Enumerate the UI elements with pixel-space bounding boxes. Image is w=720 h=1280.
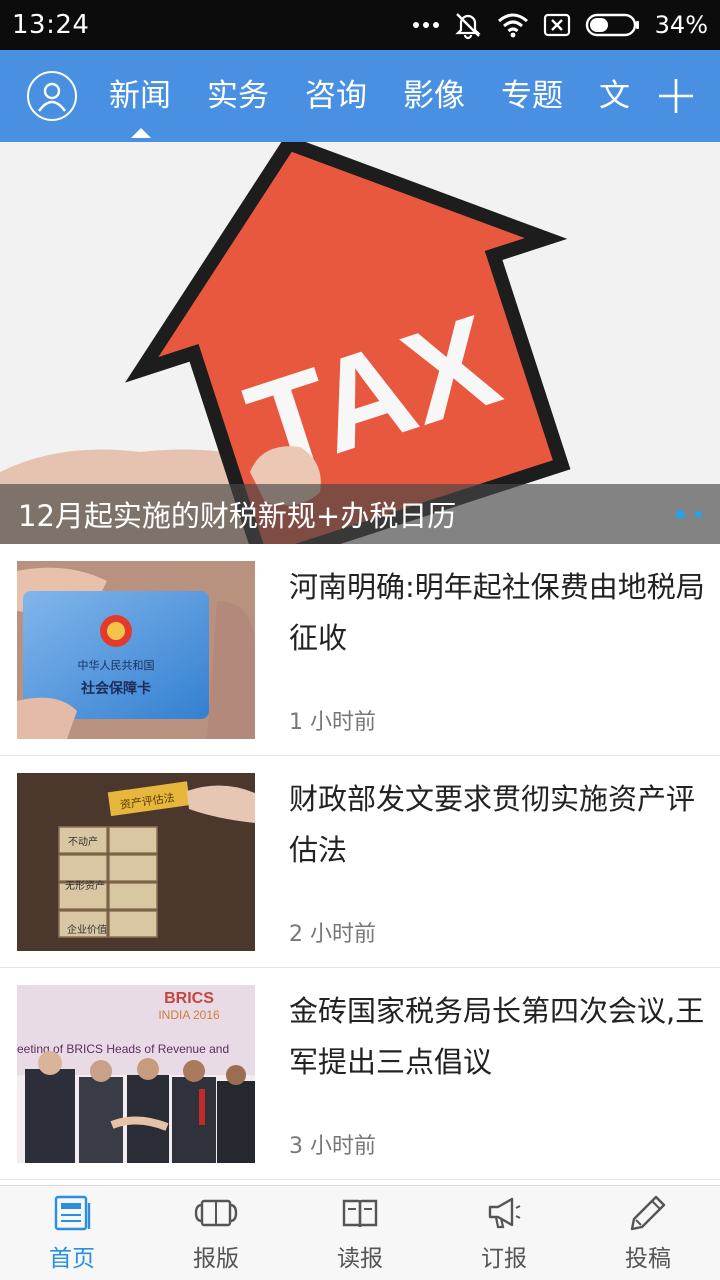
user-icon <box>38 82 66 112</box>
thumb-block-1: 不动产 <box>68 835 98 848</box>
news-thumbnail: 资产评估法 不动产 无形资产 企业价值 <box>17 773 255 951</box>
thumb-brics-logo: BRICS <box>164 990 214 1007</box>
news-title: 金砖国家税务局长第四次会议,王军提出三点倡议 <box>289 994 705 1079</box>
tab-consulting[interactable]: 咨询 <box>287 50 385 142</box>
status-time: 13:24 <box>12 10 90 40</box>
bottom-tab-label: 投稿 <box>625 1246 671 1272</box>
carousel-dot <box>695 510 702 518</box>
hero-caption-bar: 12月起实施的财税新规+办税日历 <box>0 484 720 544</box>
news-title: 财政部发文要求贯彻实施资产评估法 <box>289 782 696 867</box>
hero-banner[interactable]: TAX 12月起实施的财税新规+办税日历 <box>0 142 720 544</box>
tab-practice[interactable]: 实务 <box>189 50 287 142</box>
news-home-icon <box>54 1195 91 1231</box>
thumb-block-2: 无形资产 <box>65 879 105 892</box>
thumb-block-3: 企业价值 <box>67 923 107 936</box>
status-icons: 34% <box>412 10 708 40</box>
battery-percentage: 34% <box>654 11 708 39</box>
bottom-tab-label: 读报 <box>337 1246 383 1272</box>
tab-images[interactable]: 影像 <box>385 50 483 142</box>
news-title: 河南明确:明年起社保费由地税局征收 <box>289 570 705 655</box>
news-list: 中华人民共和国 社会保障卡 河南明确:明年起社保费由地税局征收 1 小时前 资产… <box>0 544 720 1180</box>
news-item[interactable]: BRICS INDIA 2016 eeting of BRICS Heads o… <box>0 968 720 1180</box>
bottom-tab-read[interactable]: 读报 <box>288 1186 432 1280</box>
plus-icon <box>659 79 693 113</box>
news-item[interactable]: 资产评估法 不动产 无形资产 企业价值 财政部发文要求贯彻实施资产评估法 2 小… <box>0 756 720 968</box>
mute-icon <box>453 10 483 40</box>
add-channel-button[interactable] <box>656 74 696 118</box>
bottom-tab-newspaper[interactable]: 报版 <box>144 1186 288 1280</box>
thumb-brics-sub: INDIA 2016 <box>158 1008 220 1022</box>
bottom-tab-bar: 首页 报版 读报 订报 投稿 <box>0 1185 720 1280</box>
pen-icon <box>630 1195 666 1231</box>
news-thumbnail: 中华人民共和国 社会保障卡 <box>17 561 255 739</box>
news-thumbnail: BRICS INDIA 2016 eeting of BRICS Heads o… <box>17 985 255 1163</box>
tab-culture[interactable]: 文化 <box>581 50 629 142</box>
megaphone-icon <box>488 1197 521 1229</box>
bottom-tab-label: 首页 <box>49 1246 95 1272</box>
bottom-tab-label: 订报 <box>481 1246 527 1272</box>
sim-off-icon <box>543 13 571 37</box>
hero-caption: 12月起实施的财税新规+办税日历 <box>18 499 457 533</box>
open-book-icon <box>342 1199 378 1228</box>
thumb-card-line2: 社会保障卡 <box>80 680 151 697</box>
more-dots-icon <box>412 21 439 29</box>
category-tabs: 新闻 实务 咨询 影像 专题 文化 <box>109 50 629 142</box>
bottom-tab-subscribe[interactable]: 订报 <box>432 1186 576 1280</box>
bottom-tab-submit[interactable]: 投稿 <box>576 1186 720 1280</box>
tab-topics[interactable]: 专题 <box>483 50 581 142</box>
carousel-indicator <box>676 509 702 519</box>
news-time: 2 小时前 <box>289 922 376 947</box>
user-avatar-button[interactable] <box>27 71 77 121</box>
news-item[interactable]: 中华人民共和国 社会保障卡 河南明确:明年起社保费由地税局征收 1 小时前 <box>0 544 720 756</box>
news-time: 3 小时前 <box>289 1134 376 1159</box>
battery-icon <box>585 12 641 38</box>
thumb-card-line1: 中华人民共和国 <box>78 658 155 672</box>
wifi-icon <box>497 12 529 38</box>
newspaper-layout-icon <box>194 1199 238 1227</box>
tab-news[interactable]: 新闻 <box>109 50 189 142</box>
carousel-dot-active <box>676 509 685 519</box>
bottom-tab-label: 报版 <box>193 1246 239 1272</box>
status-bar: 13:24 34% <box>0 0 720 50</box>
bottom-tab-home[interactable]: 首页 <box>0 1186 144 1280</box>
news-time: 1 小时前 <box>289 710 376 735</box>
top-nav-bar: 新闻 实务 咨询 影像 专题 文化 <box>0 50 720 142</box>
